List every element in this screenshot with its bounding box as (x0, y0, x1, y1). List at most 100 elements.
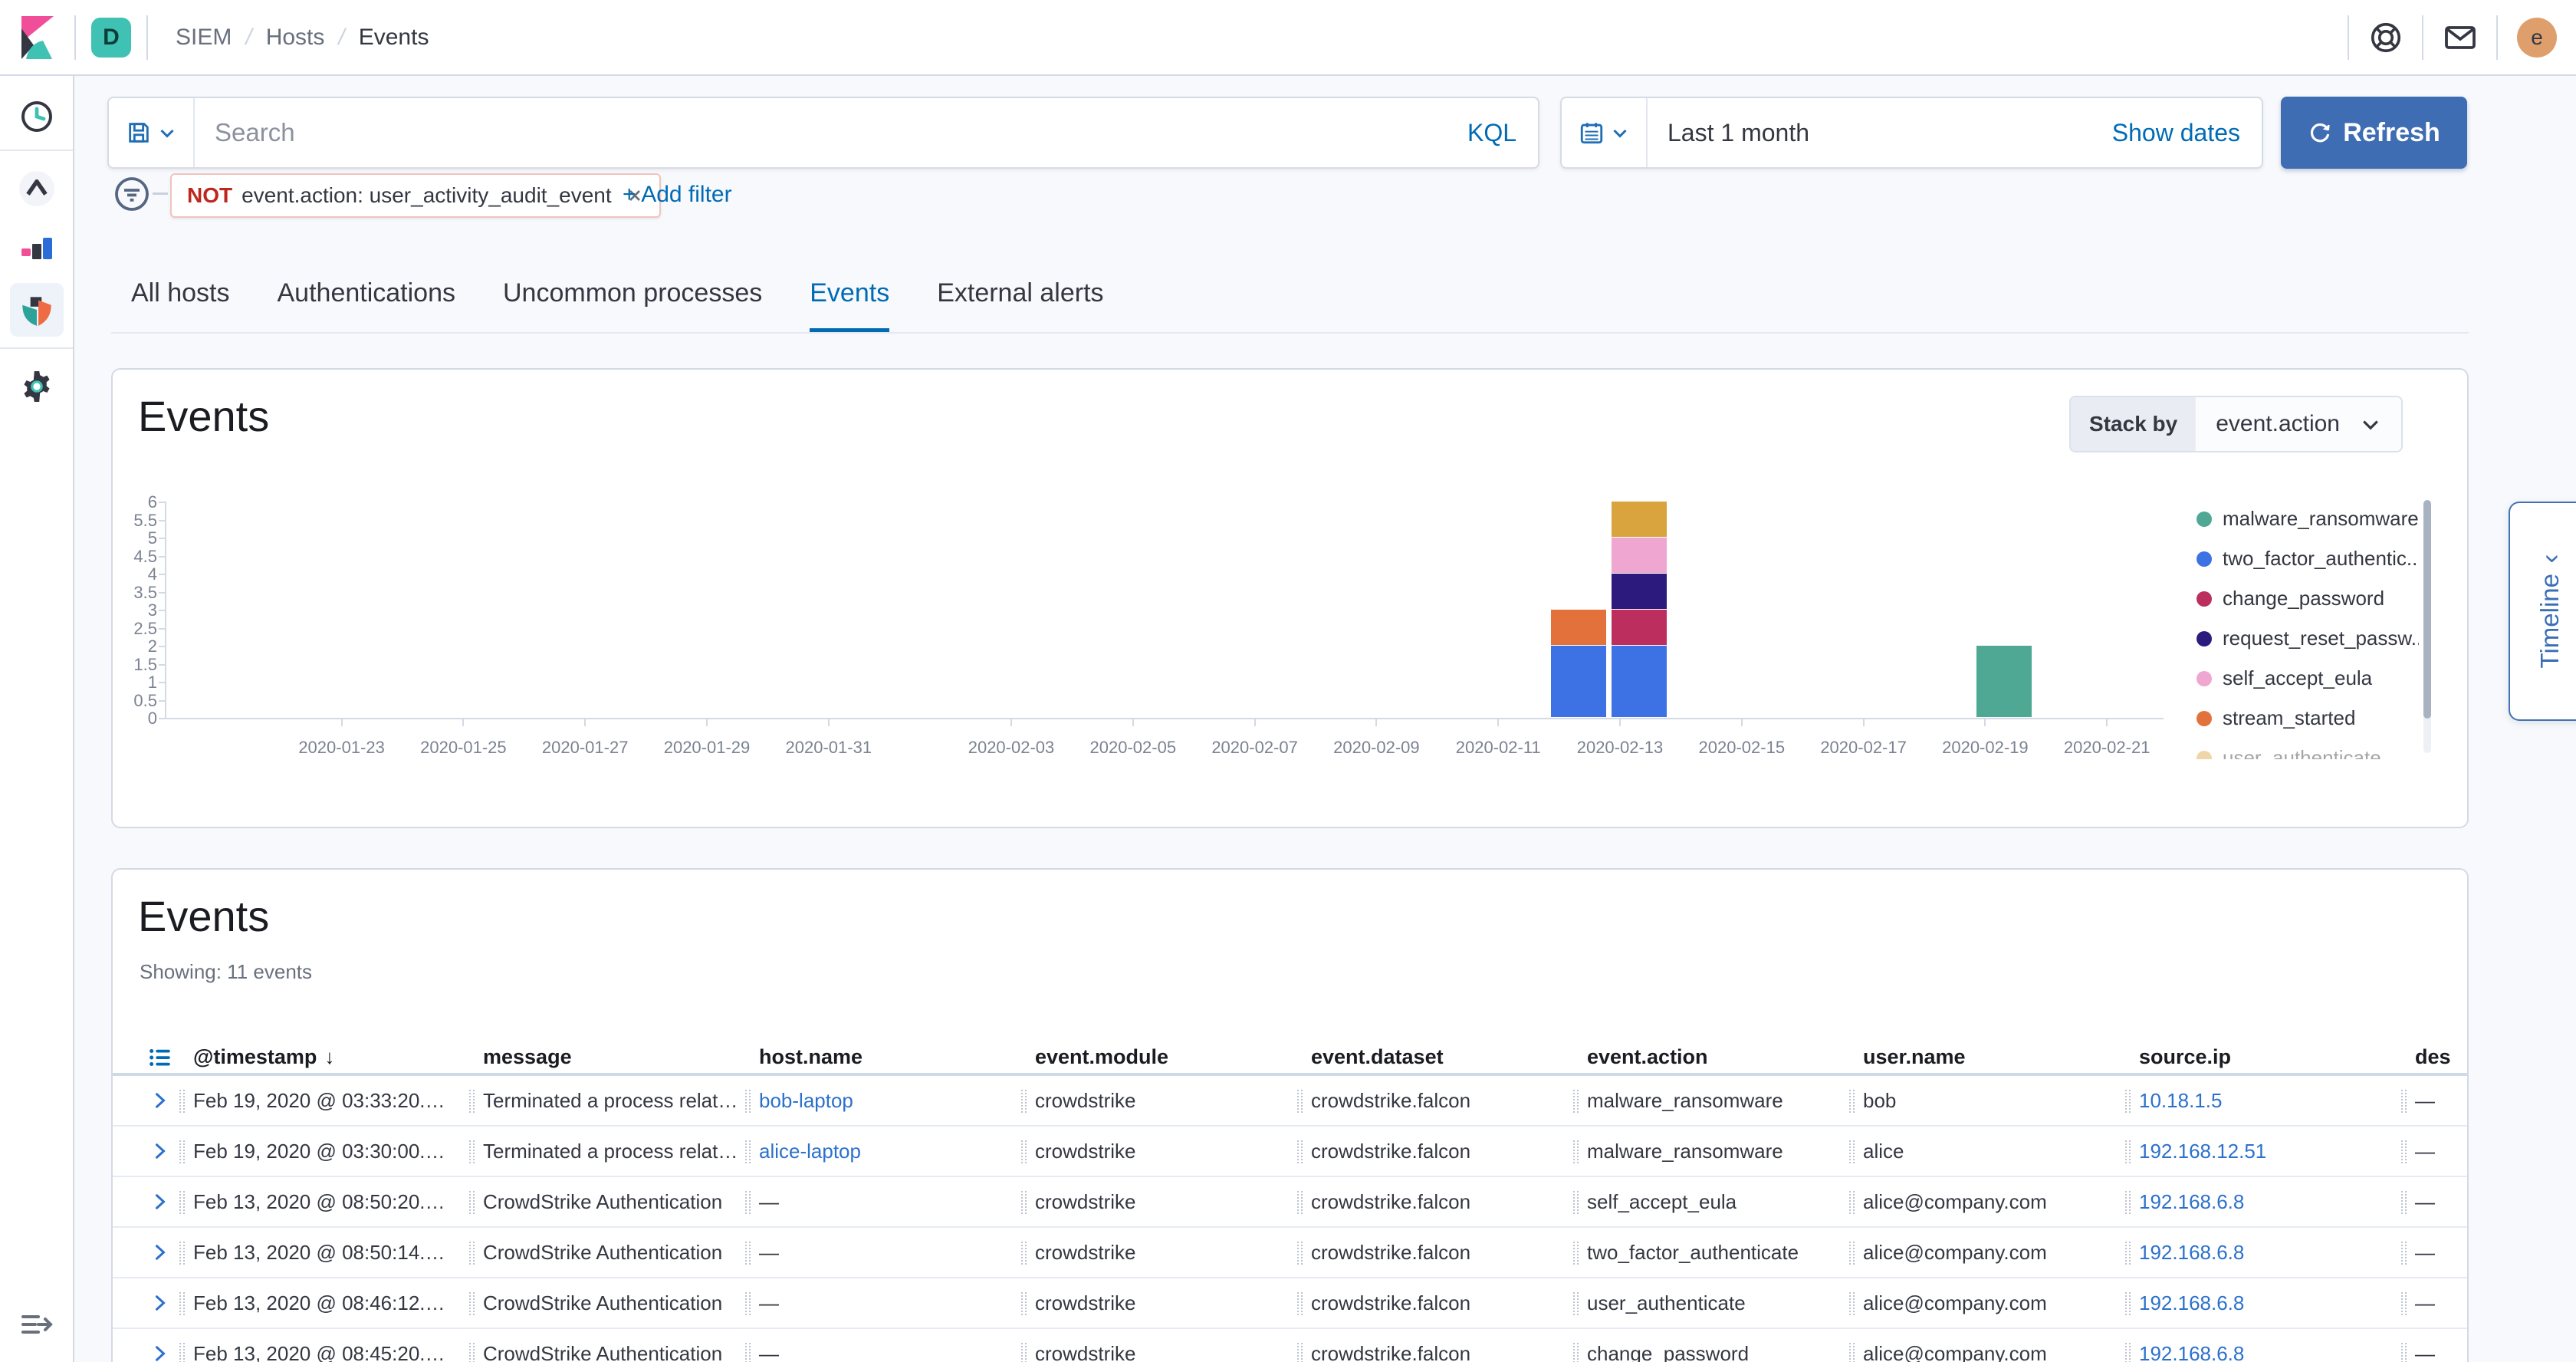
add-filter-button[interactable]: + Add filter (623, 182, 732, 208)
tab-authentications[interactable]: Authentications (278, 278, 456, 333)
cell-drag-handle[interactable] (745, 1343, 751, 1362)
cell-drag-handle[interactable] (179, 1191, 185, 1214)
cell-drag-handle[interactable] (1849, 1090, 1855, 1113)
tab-all-hosts[interactable]: All hosts (131, 278, 230, 333)
cell-source_ip[interactable]: 192.168.6.8 (2139, 1291, 2244, 1315)
cell-drag-handle[interactable] (1021, 1090, 1027, 1113)
bar-segment-request-reset-password[interactable] (1612, 574, 1667, 609)
expand-row-icon[interactable] (151, 1142, 169, 1164)
recently-viewed-icon[interactable] (10, 90, 64, 143)
cell-drag-handle[interactable] (2125, 1140, 2131, 1163)
cell-drag-handle[interactable] (2125, 1191, 2131, 1214)
space-switcher[interactable]: D (76, 18, 146, 58)
help-icon[interactable] (2349, 0, 2422, 74)
cell-drag-handle[interactable] (1021, 1140, 1027, 1163)
cell-drag-handle[interactable] (2401, 1292, 2407, 1315)
cell-source_ip[interactable]: 192.168.12.51 (2139, 1140, 2266, 1163)
show-dates-button[interactable]: Show dates (2112, 119, 2262, 147)
kibana-logo[interactable] (0, 0, 74, 74)
expand-row-icon[interactable] (151, 1344, 169, 1362)
legend-item-stream-started[interactable]: stream_started (2223, 706, 2355, 730)
cell-drag-handle[interactable] (2125, 1242, 2131, 1265)
cell-drag-handle[interactable] (1021, 1292, 1027, 1315)
cell-drag-handle[interactable] (745, 1090, 751, 1113)
filter-pill[interactable]: NOT event.action: user_activity_audit_ev… (170, 173, 661, 218)
cell-drag-handle[interactable] (469, 1090, 475, 1113)
expand-row-icon[interactable] (151, 1091, 169, 1114)
cell-drag-handle[interactable] (1297, 1343, 1303, 1362)
siem-app-icon[interactable] (10, 283, 64, 337)
fields-browser-icon[interactable] (147, 1045, 173, 1074)
cell-source_ip[interactable]: 192.168.6.8 (2139, 1241, 2244, 1265)
cell-drag-handle[interactable] (1297, 1292, 1303, 1315)
cell-source_ip[interactable]: 192.168.6.8 (2139, 1342, 2244, 1362)
date-quick-menu-button[interactable] (1562, 98, 1648, 167)
column-header-message[interactable]: message (483, 1045, 572, 1069)
apm-app-icon[interactable] (10, 162, 64, 215)
bar-segment-user-authenticate[interactable] (1612, 502, 1667, 537)
cell-drag-handle[interactable] (2401, 1090, 2407, 1113)
bar-segment-two-factor-authenticate[interactable] (1551, 646, 1606, 717)
management-gear-icon[interactable] (10, 360, 64, 413)
cell-drag-handle[interactable] (469, 1242, 475, 1265)
expand-row-icon[interactable] (151, 1193, 169, 1215)
cell-drag-handle[interactable] (1849, 1140, 1855, 1163)
cell-source_ip[interactable]: 10.18.1.5 (2139, 1089, 2222, 1113)
dock-navigation-toggle-icon[interactable] (10, 1298, 64, 1351)
column-header-event-dataset[interactable]: event.dataset (1311, 1045, 1444, 1069)
cell-drag-handle[interactable] (1849, 1191, 1855, 1214)
bar-segment-change-password[interactable] (1612, 610, 1667, 645)
cell-drag-handle[interactable] (1573, 1191, 1579, 1214)
cell-drag-handle[interactable] (469, 1292, 475, 1315)
bar-segment-two-factor-authenticate[interactable] (1612, 646, 1667, 717)
bar-segment-self-accept-eula[interactable] (1612, 538, 1667, 573)
column-header-user-name[interactable]: user.name (1863, 1045, 1966, 1069)
cell-drag-handle[interactable] (2401, 1140, 2407, 1163)
cell-drag-handle[interactable] (745, 1140, 751, 1163)
kql-syntax-button[interactable]: KQL (1467, 119, 1538, 147)
breadcrumb-hosts[interactable]: Hosts (266, 25, 325, 51)
cell-drag-handle[interactable] (2125, 1292, 2131, 1315)
cell-drag-handle[interactable] (469, 1343, 475, 1362)
cell-drag-handle[interactable] (2401, 1343, 2407, 1362)
tab-external-alerts[interactable]: External alerts (937, 278, 1103, 333)
cell-drag-handle[interactable] (1573, 1242, 1579, 1265)
cell-drag-handle[interactable] (179, 1292, 185, 1315)
cell-drag-handle[interactable] (1297, 1242, 1303, 1265)
legend-item-change-password[interactable]: change_password (2223, 587, 2384, 610)
cell-drag-handle[interactable] (745, 1191, 751, 1214)
cell-host[interactable]: alice-laptop (759, 1140, 861, 1163)
stack-by-select[interactable]: Stack by event.action (2069, 396, 2403, 452)
cell-drag-handle[interactable] (2125, 1090, 2131, 1113)
tab-uncommon-processes[interactable]: Uncommon processes (503, 278, 762, 333)
cell-drag-handle[interactable] (2401, 1242, 2407, 1265)
column-header-event-module[interactable]: event.module (1035, 1045, 1168, 1069)
cell-drag-handle[interactable] (1573, 1090, 1579, 1113)
cell-drag-handle[interactable] (1021, 1242, 1027, 1265)
cell-drag-handle[interactable] (1021, 1191, 1027, 1214)
legend-item-two-factor-authenticate[interactable]: two_factor_authentic... (2223, 547, 2419, 571)
cell-drag-handle[interactable] (1849, 1343, 1855, 1362)
refresh-button[interactable]: Refresh (2281, 97, 2467, 169)
cell-drag-handle[interactable] (1573, 1292, 1579, 1315)
cell-drag-handle[interactable] (1021, 1343, 1027, 1362)
breadcrumb-siem[interactable]: SIEM (176, 25, 232, 51)
bar-segment-malware-ransomware[interactable] (1976, 646, 2032, 717)
column-header-host-name[interactable]: host.name (759, 1045, 863, 1069)
column-header-event-action[interactable]: event.action (1587, 1045, 1708, 1069)
column-header-source-ip[interactable]: source.ip (2139, 1045, 2231, 1069)
user-avatar[interactable]: e (2517, 18, 2557, 58)
legend-item-malware-ransomware[interactable]: malware_ransomware (2223, 507, 2419, 531)
cell-drag-handle[interactable] (2401, 1191, 2407, 1214)
expand-row-icon[interactable] (151, 1243, 169, 1265)
cell-drag-handle[interactable] (1573, 1343, 1579, 1362)
cell-drag-handle[interactable] (179, 1343, 185, 1362)
bar-segment-stream-started[interactable] (1551, 610, 1606, 645)
legend-scrollbar-thumb[interactable] (2423, 500, 2431, 719)
column-header-timestamp[interactable]: @timestamp↓ (193, 1045, 334, 1069)
cell-drag-handle[interactable] (1297, 1090, 1303, 1113)
cell-drag-handle[interactable] (745, 1242, 751, 1265)
cell-drag-handle[interactable] (179, 1090, 185, 1113)
legend-item-user-authenticate[interactable]: user_authenticate (2223, 746, 2381, 759)
legend-item-self-accept-eula[interactable]: self_accept_eula (2223, 666, 2372, 690)
